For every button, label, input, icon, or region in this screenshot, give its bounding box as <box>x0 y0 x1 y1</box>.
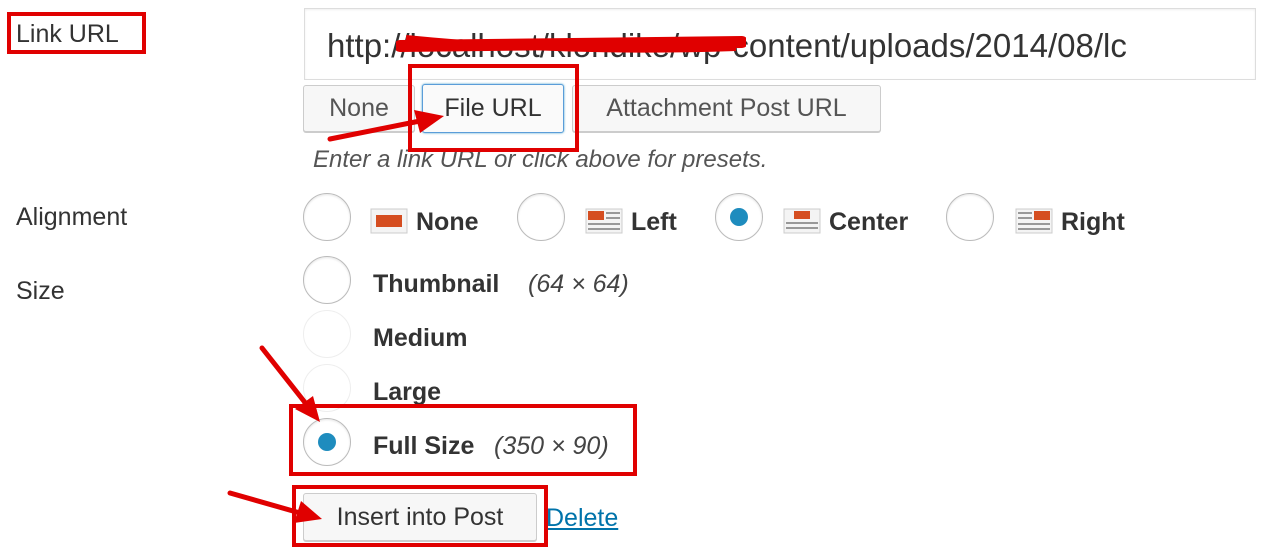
size-medium-label: Medium <box>373 324 468 352</box>
link-none-button[interactable]: None <box>303 85 415 132</box>
align-right-icon <box>1015 208 1053 234</box>
size-label: Size <box>16 277 65 305</box>
annotation-box-insert <box>292 485 548 547</box>
size-medium-radio[interactable] <box>303 310 351 358</box>
size-thumbnail-dims: (64 × 64) <box>528 270 629 298</box>
align-right-label: Right <box>1061 208 1125 236</box>
annotation-box-full-size <box>289 404 637 476</box>
align-none-radio[interactable] <box>303 193 351 241</box>
align-center-selected-dot <box>730 208 748 226</box>
align-left-radio[interactable] <box>517 193 565 241</box>
align-none-label: None <box>416 208 479 236</box>
align-left-label: Left <box>631 208 677 236</box>
size-large-label: Large <box>373 378 442 406</box>
delete-link[interactable]: Delete <box>546 504 618 533</box>
annotation-box-file-url <box>408 64 579 152</box>
align-center-label: Center <box>829 208 909 236</box>
align-center-icon <box>783 208 821 234</box>
align-right-radio[interactable] <box>946 193 994 241</box>
alignment-label: Alignment <box>16 203 128 231</box>
attachment-post-url-button[interactable]: Attachment Post URL <box>572 85 881 132</box>
url-redaction <box>396 35 746 53</box>
align-left-icon <box>585 208 623 234</box>
annotation-box-link-url <box>7 12 146 54</box>
align-none-icon <box>370 208 408 234</box>
size-thumbnail-label: Thumbnail <box>373 270 500 298</box>
align-center-radio[interactable] <box>715 193 763 241</box>
size-thumbnail-radio[interactable] <box>303 256 351 304</box>
